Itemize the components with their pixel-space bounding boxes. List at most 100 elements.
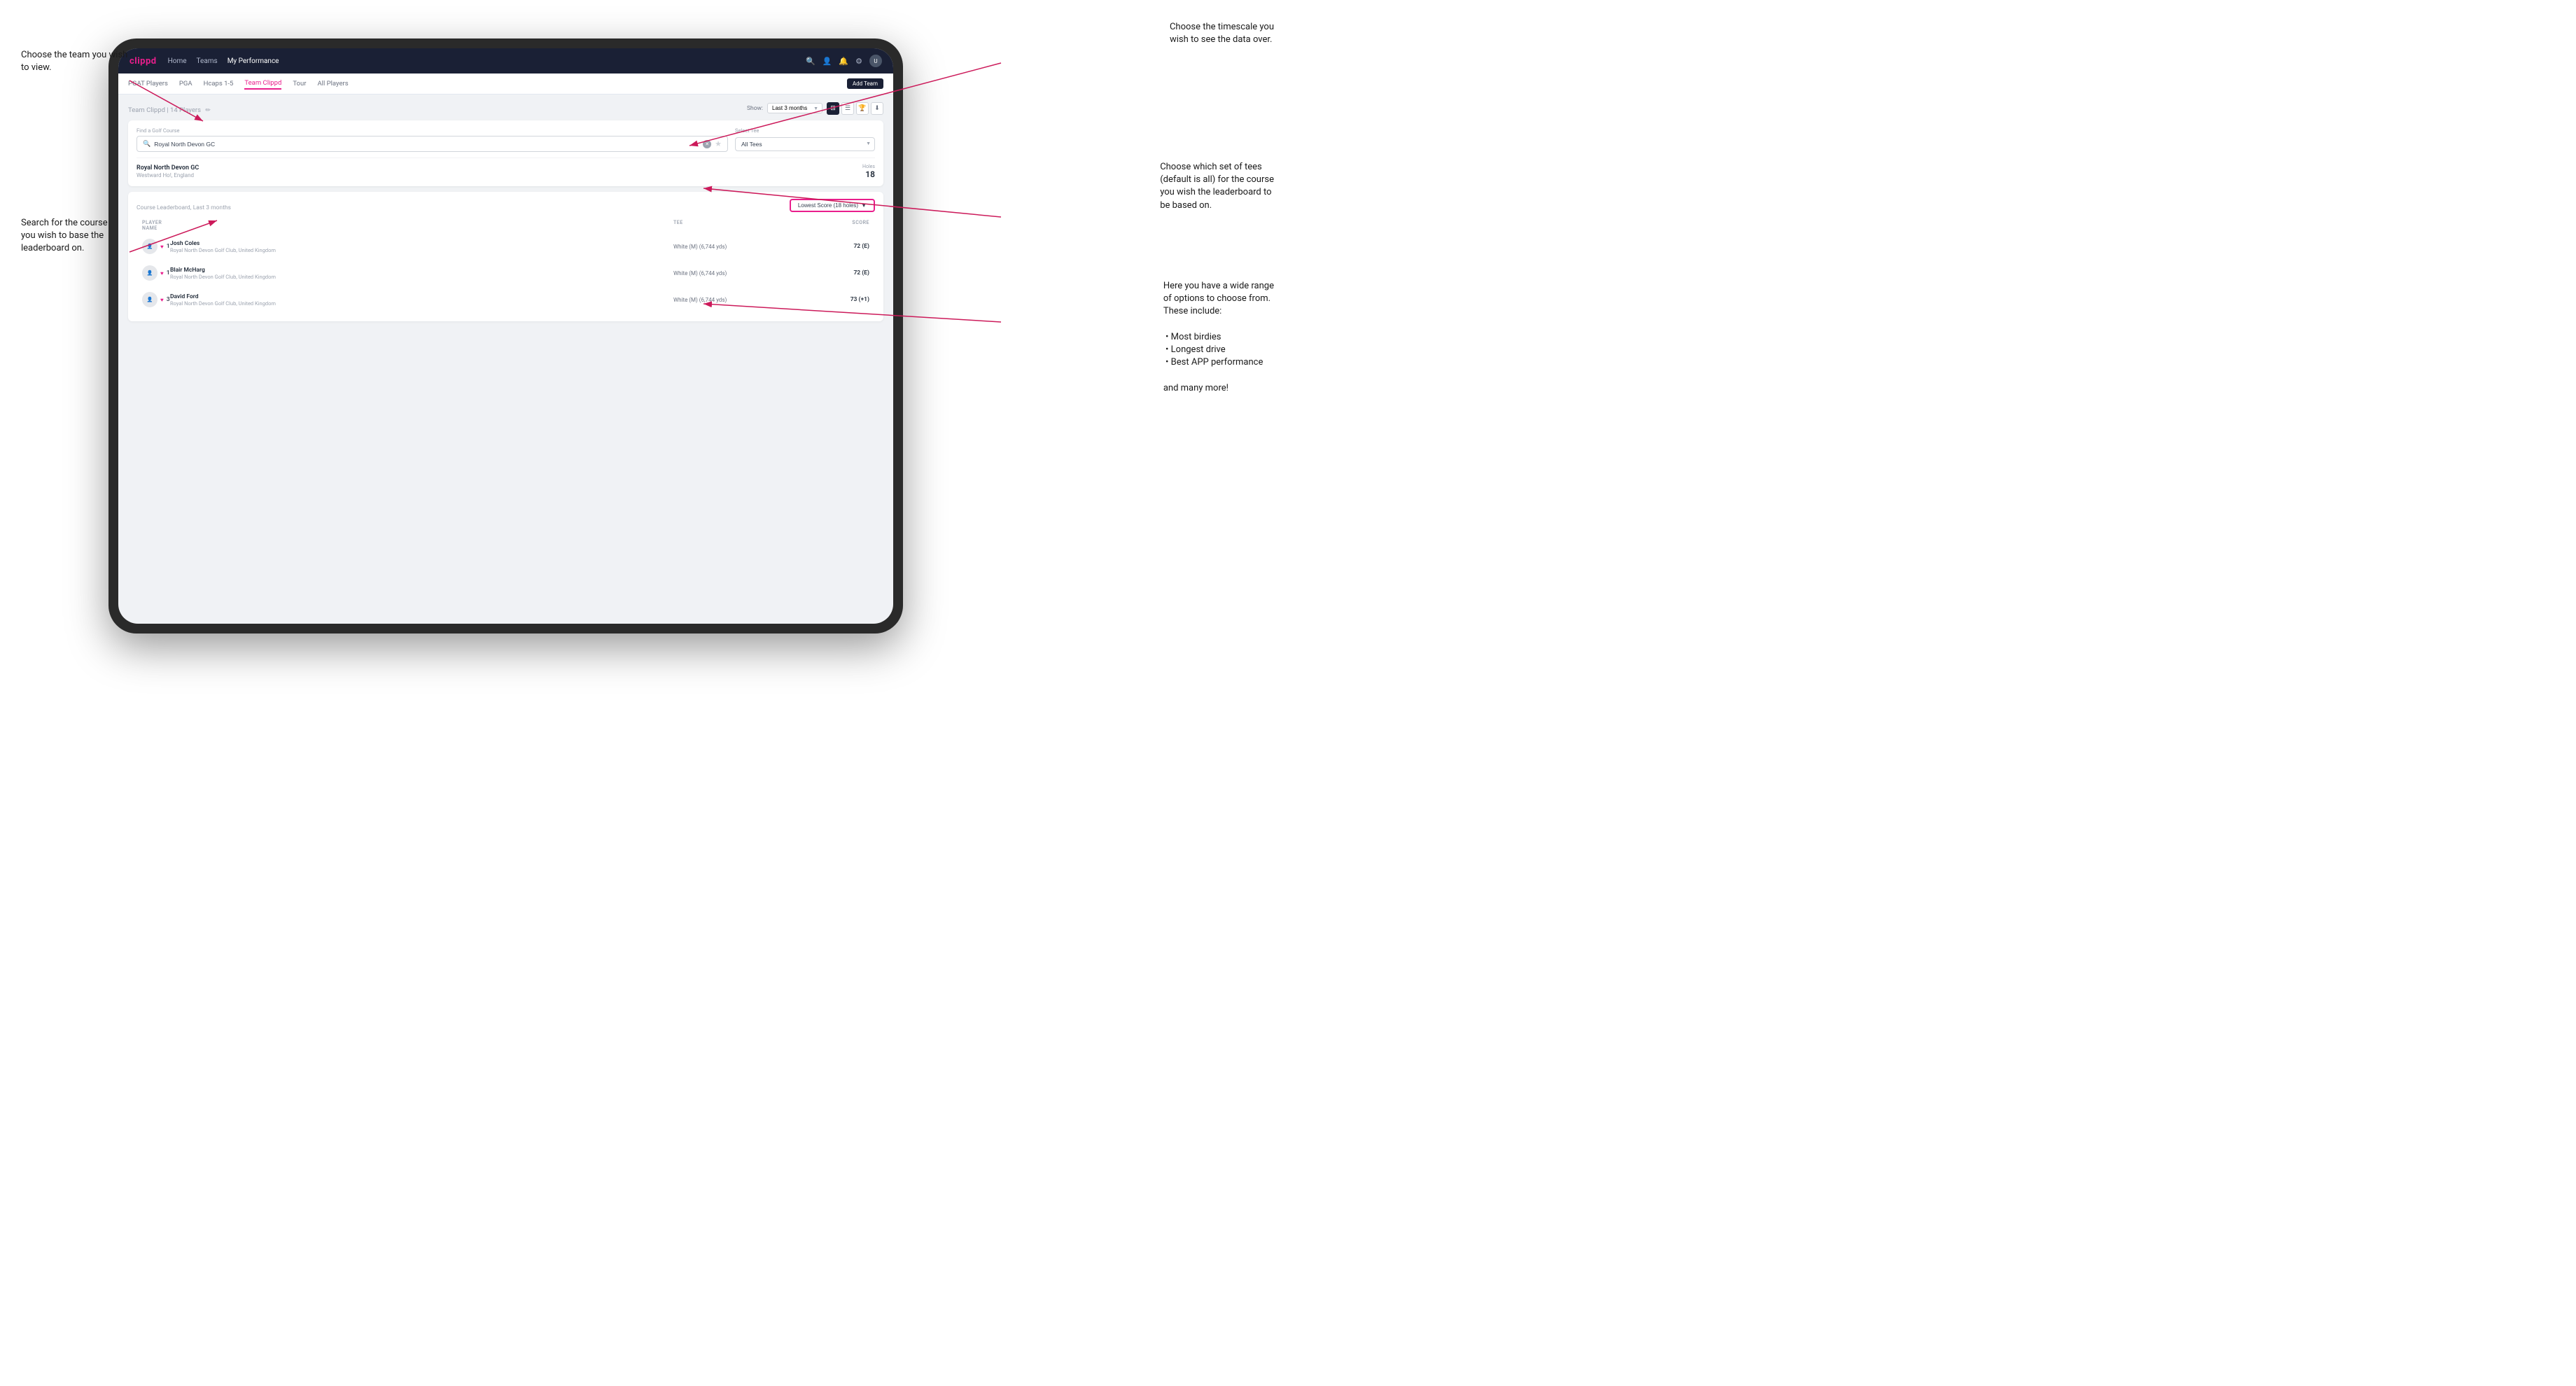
tee-info: White (M) (6,744 yds): [673, 270, 813, 276]
col-header-score: SCORE: [813, 220, 869, 231]
player-details: David Ford Royal North Devon Golf Club, …: [170, 293, 276, 307]
annotation-middle-left: Search for the courseyou wish to base th…: [21, 217, 108, 255]
team-header: Team Clippd | 14 Players ✏ Show: Last 3 …: [128, 102, 883, 115]
player-club: Royal North Devon Golf Club, United King…: [170, 300, 276, 307]
heart-icon[interactable]: ♥: [160, 297, 164, 303]
tablet-screen: clippd Home Teams My Performance 🔍 👤 🔔 ⚙…: [118, 48, 893, 624]
rank-cell: 👤 ♥ 3: [142, 292, 170, 307]
leaderboard-title-group: Course Leaderboard, Last 3 months: [136, 199, 231, 212]
nav-link-home[interactable]: Home: [168, 57, 187, 65]
app-logo: clippd: [130, 56, 157, 66]
rank-cell: 👤 ♥ 1: [142, 265, 170, 281]
sub-nav-pga[interactable]: PGA: [179, 78, 192, 89]
avatar: 👤: [142, 239, 158, 254]
col-header-empty: [170, 220, 673, 231]
star-icon[interactable]: ★: [715, 139, 722, 148]
course-search-input[interactable]: [154, 141, 699, 148]
annotation-top-left: Choose the team you wish to view.: [21, 49, 133, 74]
search-icon-small: 🔍: [143, 141, 150, 148]
player-info: Josh Coles Royal North Devon Golf Club, …: [170, 240, 673, 253]
course-location: Westward Ho!, England: [136, 172, 199, 178]
player-club: Royal North Devon Golf Club, United King…: [170, 247, 276, 253]
tee-info: White (M) (6,744 yds): [673, 297, 813, 303]
rank-number: 3: [167, 296, 170, 303]
chevron-down-icon: ▼: [861, 202, 867, 209]
avatar: 👤: [142, 265, 158, 281]
table-row: 👤 ♥ 1 Josh Coles Royal North Devon Golf …: [136, 234, 875, 258]
player-club: Royal North Devon Golf Club, United King…: [170, 274, 276, 280]
leaderboard-header: Course Leaderboard, Last 3 months Lowest…: [136, 199, 875, 212]
view-icons: ⊞ ☰ 🏆 ⬇: [827, 102, 883, 115]
rank-number: 1: [167, 270, 170, 276]
rank-number: 1: [167, 243, 170, 250]
player-name: Blair McHarg: [170, 267, 276, 274]
score: 72 (E): [813, 270, 869, 276]
annotation-tees: Choose which set of tees(default is all)…: [1160, 161, 1274, 212]
sub-nav-pgat[interactable]: PGAT Players: [128, 78, 168, 89]
grid-view-button[interactable]: ⊞: [827, 102, 839, 115]
course-search-input-wrapper: 🔍 ✕ ★: [136, 136, 728, 152]
main-content: Team Clippd | 14 Players ✏ Show: Last 3 …: [118, 94, 893, 334]
player-name: Josh Coles: [170, 240, 276, 247]
nav-link-teams[interactable]: Teams: [197, 57, 218, 65]
settings-icon[interactable]: ⚙: [855, 57, 862, 66]
sub-nav-tour[interactable]: Tour: [293, 78, 306, 89]
sub-nav-all-players[interactable]: All Players: [317, 78, 348, 89]
sub-nav: PGAT Players PGA Hcaps 1-5 Team Clippd T…: [118, 74, 893, 94]
leaderboard-title: Course Leaderboard, Last 3 months: [136, 204, 231, 211]
player-name: David Ford: [170, 293, 276, 300]
course-search-group: Find a Golf Course 🔍 ✕ ★: [136, 127, 728, 152]
player-details: Josh Coles Royal North Devon Golf Club, …: [170, 240, 276, 253]
holes-number: 18: [862, 169, 875, 179]
show-dropdown[interactable]: Last 3 months: [767, 103, 822, 113]
search-card: Find a Golf Course 🔍 ✕ ★ Select Tee Al: [128, 120, 883, 186]
player-details: Blair McHarg Royal North Devon Golf Club…: [170, 267, 276, 280]
avatar[interactable]: U: [869, 55, 882, 67]
tee-select-wrapper: All Tees: [735, 136, 875, 151]
tee-info: White (M) (6,744 yds): [673, 244, 813, 250]
team-title-group: Team Clippd | 14 Players ✏: [128, 102, 211, 115]
nav-icons: 🔍 👤 🔔 ⚙ U: [806, 55, 882, 67]
show-controls: Show: Last 3 months ⊞ ☰ 🏆 ⬇: [747, 102, 883, 115]
avatar: 👤: [142, 292, 158, 307]
person-icon[interactable]: 👤: [822, 57, 832, 66]
nav-link-performance[interactable]: My Performance: [227, 57, 279, 65]
list-view-button[interactable]: ☰: [841, 102, 854, 115]
search-icon[interactable]: 🔍: [806, 57, 816, 66]
table-header: PLAYER NAME TEE SCORE: [136, 218, 875, 233]
annotation-options: Here you have a wide rangeof options to …: [1163, 280, 1274, 395]
download-button[interactable]: ⬇: [871, 102, 883, 115]
show-label: Show:: [747, 105, 763, 112]
holes-label: Holes: [862, 164, 875, 169]
score-type-button[interactable]: Lowest Score (18 holes) ▼: [790, 199, 875, 212]
tee-label: Select Tee: [735, 127, 875, 134]
annotation-top-right: Choose the timescale youwish to see the …: [1170, 21, 1274, 46]
find-course-label: Find a Golf Course: [136, 127, 728, 134]
clear-button[interactable]: ✕: [703, 140, 711, 148]
player-info: David Ford Royal North Devon Golf Club, …: [170, 293, 673, 307]
add-team-button[interactable]: Add Team: [847, 78, 883, 89]
tee-select-group: Select Tee All Tees: [735, 127, 875, 152]
score: 72 (E): [813, 243, 869, 250]
sub-nav-hcaps[interactable]: Hcaps 1-5: [204, 78, 234, 89]
nav-links: Home Teams My Performance: [168, 57, 794, 65]
heart-icon[interactable]: ♥: [160, 270, 164, 276]
search-row: Find a Golf Course 🔍 ✕ ★ Select Tee Al: [136, 127, 875, 152]
bell-icon[interactable]: 🔔: [839, 57, 848, 66]
sub-nav-team-clippd[interactable]: Team Clippd: [244, 78, 281, 90]
edit-icon[interactable]: ✏: [205, 107, 211, 114]
trophy-view-button[interactable]: 🏆: [856, 102, 869, 115]
score: 73 (+1): [813, 296, 869, 303]
rank-cell: 👤 ♥ 1: [142, 239, 170, 254]
tablet-frame: clippd Home Teams My Performance 🔍 👤 🔔 ⚙…: [108, 38, 903, 634]
leaderboard-table: PLAYER NAME TEE SCORE 👤 ♥ 1: [136, 218, 875, 312]
table-row: 👤 ♥ 1 Blair McHarg Royal North Devon Gol…: [136, 261, 875, 285]
table-row: 👤 ♥ 3 David Ford Royal North Devon Golf …: [136, 288, 875, 312]
leaderboard-card: Course Leaderboard, Last 3 months Lowest…: [128, 192, 883, 321]
tee-select[interactable]: All Tees: [735, 137, 875, 151]
team-title: Team Clippd | 14 Players: [128, 106, 202, 114]
col-header-player: PLAYER NAME: [142, 220, 170, 231]
heart-icon[interactable]: ♥: [160, 244, 164, 250]
course-name: Royal North Devon GC: [136, 164, 199, 172]
course-info: Royal North Devon GC Westward Ho!, Engla…: [136, 164, 199, 178]
